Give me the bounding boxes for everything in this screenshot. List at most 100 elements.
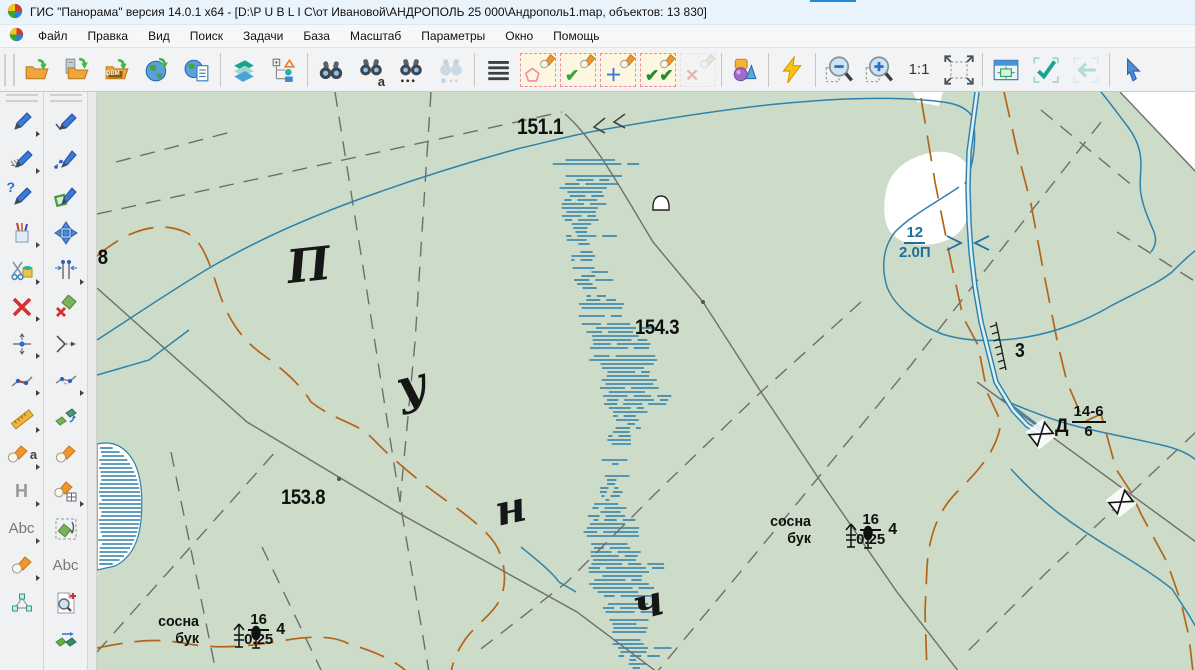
highlight-by-table-tool[interactable] — [46, 473, 86, 510]
layers-button[interactable] — [224, 51, 264, 89]
fast-draw-lightning-button[interactable] — [772, 51, 812, 89]
draw-unknown-object-tool[interactable]: ? — [2, 177, 42, 214]
open-dbm-button[interactable]: DBM — [97, 51, 137, 89]
place-name-letter: П — [284, 236, 333, 294]
zoom-out-button[interactable] — [819, 51, 859, 89]
scale-1-1-button[interactable]: 1:1 — [899, 51, 939, 89]
waterworks-top-value: 14-6 — [1072, 404, 1106, 423]
draw-spline-tool[interactable] — [46, 140, 86, 177]
map-window-button[interactable] — [986, 51, 1026, 89]
copy-objects-tool[interactable] — [46, 621, 86, 658]
tool-flyout-arrow — [36, 464, 40, 470]
draw-hatch-object-tool[interactable] — [2, 140, 42, 177]
highlight-objects-tool[interactable] — [2, 547, 42, 584]
waterworks-annotation: Д 14-66 — [1055, 404, 1106, 440]
find-selected-button-disabled[interactable] — [431, 51, 471, 89]
align-edges-tool[interactable] — [46, 251, 86, 288]
canal-depth-value: 2.0П — [899, 244, 931, 261]
edit-segment-tool[interactable] — [2, 362, 42, 399]
split-line-tool[interactable] — [46, 325, 86, 362]
menu-view[interactable]: Вид — [138, 26, 180, 46]
object-list-button[interactable] — [478, 51, 518, 89]
menu-bar: Файл Правка Вид Поиск Задачи База Масшта… — [0, 25, 1195, 48]
app-logo-icon — [7, 3, 23, 22]
geoportal-list-button[interactable] — [177, 51, 217, 89]
legend-tree-button[interactable] — [264, 51, 304, 89]
draw-line-tool[interactable] — [46, 103, 86, 140]
toolbar-separator — [1109, 53, 1110, 87]
open-geoportal-button[interactable] — [137, 51, 177, 89]
height-attribute-tool[interactable]: H — [2, 473, 42, 510]
open-map-button[interactable] — [17, 51, 57, 89]
forest-annotation: сосна бук 160.25 4 — [769, 512, 897, 548]
tool-flyout-arrow — [36, 242, 40, 248]
editor-sidebar-col-2: Abc — [44, 92, 88, 670]
menu-tasks[interactable]: Задачи — [233, 26, 293, 46]
flashlight-icon — [618, 53, 636, 74]
delete-object-tool[interactable] — [2, 288, 42, 325]
measure-ruler-tool[interactable] — [2, 399, 42, 436]
cut-object-tool[interactable] — [2, 251, 42, 288]
tool-flyout-arrow — [36, 501, 40, 507]
highlight-selected-tool[interactable] — [46, 436, 86, 473]
back-step-button-disabled[interactable] — [1066, 51, 1106, 89]
menu-scale[interactable]: Масштаб — [340, 26, 411, 46]
delete-polygon-part-tool[interactable] — [46, 288, 86, 325]
highlight-text-search-tool[interactable]: a — [2, 436, 42, 473]
select-apply-button[interactable]: ✔ — [559, 52, 597, 88]
find-by-name-button[interactable]: a — [351, 51, 391, 89]
menu-options[interactable]: Параметры — [411, 26, 495, 46]
mound-symbol — [653, 196, 669, 210]
select-add-button[interactable]: ＋ — [599, 52, 637, 88]
tool-flyout-arrow — [36, 575, 40, 581]
swap-objects-tool[interactable] — [46, 399, 86, 436]
toolbar-grip[interactable] — [4, 54, 15, 86]
toolbar-separator — [982, 53, 983, 87]
geometry-shapes-button[interactable] — [725, 51, 765, 89]
tool-flyout-arrow — [80, 390, 84, 396]
network-topology-tool[interactable] — [2, 584, 42, 621]
toolbar-separator — [474, 53, 475, 87]
smooth-line-tool[interactable] — [46, 362, 86, 399]
sidebar-grip[interactable] — [6, 94, 38, 102]
tool-flyout-arrow — [36, 316, 40, 322]
open-database-map-button[interactable] — [57, 51, 97, 89]
sidebar-splitter[interactable] — [88, 92, 97, 670]
text-object-tool[interactable]: Abc — [2, 510, 42, 547]
find-object-button[interactable] — [311, 51, 351, 89]
rotate-object-tool[interactable] — [46, 510, 86, 547]
search-in-document-tool[interactable] — [46, 584, 86, 621]
move-point-tool[interactable] — [2, 325, 42, 362]
menu-window[interactable]: Окно — [495, 26, 543, 46]
forest-height-value: 16 — [860, 512, 881, 531]
select-by-area-button[interactable]: ⬠ — [519, 52, 557, 88]
select-clear-button-disabled[interactable]: ✕ — [679, 52, 717, 88]
draw-object-tool[interactable] — [2, 103, 42, 140]
menu-database[interactable]: База — [293, 26, 340, 46]
zoom-in-button[interactable] — [859, 51, 899, 89]
apply-selection-button[interactable] — [1026, 51, 1066, 89]
tool-flyout-arrow — [36, 353, 40, 359]
title-bar: ГИС "Панорама" версия 14.0.1 x64 - [D:\P… — [0, 0, 1195, 25]
map-canvas[interactable]: 151.1 154.3 153.8 .8 3 П у н ч 122.0П Д … — [97, 92, 1195, 670]
tool-flyout-arrow — [80, 501, 84, 507]
editor-sidebar-col-1: ? — [0, 92, 44, 670]
sidebar-grip[interactable] — [50, 94, 82, 102]
move-object-tool[interactable] — [46, 214, 86, 251]
menu-edit[interactable]: Правка — [78, 26, 139, 46]
pointer-mode-button[interactable] — [1113, 51, 1153, 89]
draw-polygon-tool[interactable] — [46, 177, 86, 214]
waterworks-bottom-value: 6 — [1084, 423, 1092, 440]
menu-search[interactable]: Поиск — [180, 26, 233, 46]
question-label: ? — [7, 179, 16, 195]
flashlight-icon — [698, 53, 716, 74]
menu-file[interactable]: Файл — [28, 26, 78, 46]
fit-extent-button[interactable] — [939, 51, 979, 89]
find-more-button[interactable] — [391, 51, 431, 89]
sluice-gate-symbol — [1026, 419, 1057, 450]
draw-style-brushes-tool[interactable] — [2, 214, 42, 251]
select-layers-button[interactable]: ✔✔ — [639, 52, 677, 88]
text-template-tool[interactable]: Abc — [46, 547, 86, 584]
tool-flyout-arrow — [36, 168, 40, 174]
menu-help[interactable]: Помощь — [543, 26, 609, 46]
